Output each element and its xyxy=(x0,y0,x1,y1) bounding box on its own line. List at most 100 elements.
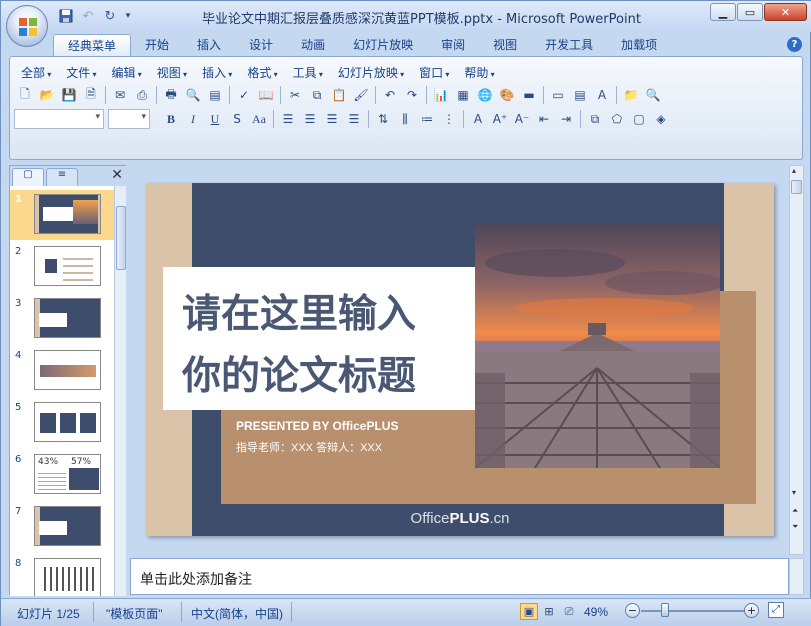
tab-addins[interactable]: 加载项 xyxy=(607,34,671,56)
open-icon[interactable]: 📂 xyxy=(36,85,58,105)
font-color-icon[interactable]: A xyxy=(467,109,489,129)
menu-insert[interactable]: 插入 xyxy=(197,64,242,81)
slide-title-line2[interactable]: 你的论文标题 xyxy=(182,345,416,401)
undo-icon[interactable]: ↶ xyxy=(379,85,401,105)
spelling-icon[interactable]: ✓ xyxy=(233,85,255,105)
menu-file[interactable]: 文件 xyxy=(61,64,106,81)
decrease-indent-icon[interactable]: ⇤ xyxy=(533,109,555,129)
menu-slideshow[interactable]: 幻灯片放映 xyxy=(333,64,414,81)
save-icon[interactable] xyxy=(57,7,75,25)
table-icon[interactable]: ▦ xyxy=(452,85,474,105)
align-center-icon[interactable]: ☰ xyxy=(299,109,321,129)
publish-icon[interactable]: ⎙ xyxy=(131,85,153,105)
notes-pane[interactable]: 单击此处添加备注 xyxy=(130,558,789,595)
notes-scrollbar[interactable] xyxy=(789,558,804,595)
redo-icon[interactable]: ↻ xyxy=(101,7,119,25)
research-icon[interactable]: 📖 xyxy=(255,85,277,105)
tab-view[interactable]: 视图 xyxy=(479,34,531,56)
zoom-in-icon[interactable]: + xyxy=(744,603,759,618)
tab-slideshow[interactable]: 幻灯片放映 xyxy=(339,34,427,56)
bullets-icon[interactable]: ⋮ xyxy=(438,109,460,129)
font-name-combo[interactable] xyxy=(14,109,104,129)
presented-by-text[interactable]: PRESENTED BY OfficePLUS xyxy=(236,419,398,433)
slideshow-view-icon[interactable]: ⎚ xyxy=(560,603,578,620)
undo-icon[interactable]: ↶ xyxy=(79,7,97,25)
scroll-down-icon[interactable]: ▾ xyxy=(792,488,796,497)
grayscale-icon[interactable]: ▬ xyxy=(518,85,540,105)
change-case-icon[interactable]: Aa xyxy=(248,109,270,129)
find-icon[interactable]: 🔍 xyxy=(642,85,664,105)
advisor-text[interactable]: 指导老师：XXX 答辩人：XXX xyxy=(236,439,382,455)
tab-animations[interactable]: 动画 xyxy=(287,34,339,56)
tab-design[interactable]: 设计 xyxy=(235,34,287,56)
language-indicator[interactable]: 中文(简体，中国) xyxy=(191,605,283,622)
tab-review[interactable]: 审阅 xyxy=(427,34,479,56)
menu-window[interactable]: 窗口 xyxy=(414,64,459,81)
italic-icon[interactable]: I xyxy=(182,109,204,129)
outline-icon[interactable]: ▤ xyxy=(204,85,226,105)
tab-outline[interactable]: ≡ xyxy=(46,168,78,186)
columns-icon[interactable]: ⫼ xyxy=(394,109,416,129)
restore-icon[interactable]: ▭ xyxy=(737,3,763,21)
close-icon[interactable]: ✕ xyxy=(764,3,807,21)
zoom-level[interactable]: 49% xyxy=(584,605,608,619)
editor-scrollbar[interactable]: ▴ ▾ ⏶ ⏷ xyxy=(789,165,804,555)
text-direction-icon[interactable]: ⇅ xyxy=(372,109,394,129)
align-right-icon[interactable]: ☰ xyxy=(321,109,343,129)
font-size-combo[interactable] xyxy=(108,109,150,129)
email-icon[interactable]: ✉ xyxy=(109,85,131,105)
close-pane-icon[interactable]: ✕ xyxy=(111,167,123,183)
editor-scroll-thumb[interactable] xyxy=(791,180,802,194)
normal-view-icon[interactable]: ▣ xyxy=(520,603,538,620)
fit-to-window-icon[interactable]: ⤢ xyxy=(768,602,784,618)
slide-thumb-6[interactable]: 6 43% 57% xyxy=(10,450,114,500)
print-preview-icon[interactable]: 🔍 xyxy=(182,85,204,105)
slide-sorter-icon[interactable]: ⊞ xyxy=(540,603,558,620)
numbering-icon[interactable]: ≔ xyxy=(416,109,438,129)
zoom-slider-thumb[interactable] xyxy=(661,603,669,617)
textbox-icon[interactable]: A xyxy=(591,85,613,105)
shadow-icon[interactable]: S xyxy=(226,109,248,129)
slide-thumb-5[interactable]: 5 xyxy=(10,398,114,448)
redo-icon[interactable]: ↷ xyxy=(401,85,423,105)
menu-edit[interactable]: 编辑 xyxy=(107,64,152,81)
layout-icon[interactable]: ▤ xyxy=(569,85,591,105)
color-icon[interactable]: 🎨 xyxy=(496,85,518,105)
slide-title-line1[interactable]: 请在这里输入 xyxy=(182,283,416,339)
thumbnails-scroll-thumb[interactable] xyxy=(116,206,126,270)
quick-styles-icon[interactable]: ▢ xyxy=(628,109,650,129)
format-painter-icon[interactable]: 🖌 xyxy=(350,85,372,105)
slide-canvas[interactable]: 请在这里输入 你的论文标题 PRESENTED BY OfficePLUS 指导… xyxy=(146,183,774,536)
theme-name[interactable]: "模板页面" xyxy=(106,605,163,622)
help-icon[interactable]: ? xyxy=(787,37,802,52)
underline-icon[interactable]: U xyxy=(204,109,226,129)
zoom-out-icon[interactable]: − xyxy=(625,603,640,618)
tab-home[interactable]: 开始 xyxy=(131,34,183,56)
slide-thumb-4[interactable]: 4 xyxy=(10,346,114,396)
arrange-icon[interactable]: ⧉ xyxy=(584,109,606,129)
slide-thumb-7[interactable]: 7 xyxy=(10,502,114,552)
tab-insert[interactable]: 插入 xyxy=(183,34,235,56)
customize-icon[interactable]: ▾ xyxy=(123,7,133,25)
slide-thumb-3[interactable]: 3 xyxy=(10,294,114,344)
menu-view[interactable]: 视图 xyxy=(152,64,197,81)
paste-icon[interactable]: 📋 xyxy=(328,85,350,105)
menu-help[interactable]: 帮助 xyxy=(459,64,504,81)
cut-icon[interactable]: ✂ xyxy=(284,85,306,105)
folder-icon[interactable]: 📁 xyxy=(620,85,642,105)
hyperlink-icon[interactable]: 🌐 xyxy=(474,85,496,105)
minimize-icon[interactable]: ▁ xyxy=(710,3,736,21)
tab-slides[interactable]: ▢ xyxy=(12,168,44,186)
save-icon[interactable]: 💾 xyxy=(58,85,80,105)
tab-developer[interactable]: 开发工具 xyxy=(531,34,607,56)
print-icon[interactable]: 🖶 xyxy=(160,85,182,105)
align-left-icon[interactable]: ☰ xyxy=(277,109,299,129)
slide-thumb-1[interactable]: 1 xyxy=(10,190,114,240)
menu-all[interactable]: 全部 xyxy=(16,64,61,81)
shrink-font-icon[interactable]: A⁻ xyxy=(511,109,533,129)
thumbnails-scrollbar[interactable] xyxy=(114,186,126,596)
bold-icon[interactable]: B xyxy=(160,109,182,129)
previous-slide-icon[interactable]: ⏶ xyxy=(792,506,798,516)
tab-classic-menu[interactable]: 经典菜单 xyxy=(53,34,132,56)
zoom-slider-track[interactable] xyxy=(641,610,751,612)
